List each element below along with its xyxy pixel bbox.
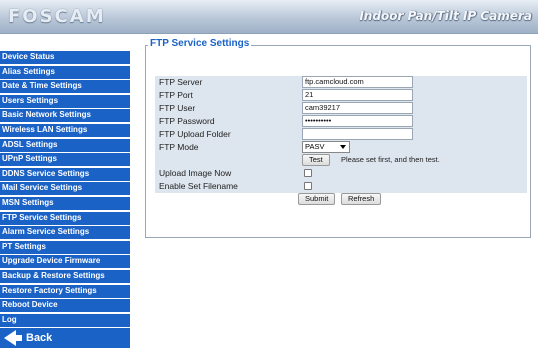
refresh-button[interactable]: Refresh bbox=[341, 193, 382, 205]
enable-set-filename-row: Enable Set Filename bbox=[155, 180, 527, 193]
ftp-mode-value: PASV bbox=[305, 142, 325, 151]
product-title: Indoor Pan/Tilt IP Camera bbox=[359, 9, 532, 23]
ftp-port-label: FTP Port bbox=[159, 90, 193, 100]
ftp-server-label: FTP Server bbox=[159, 77, 203, 87]
dropdown-caret-icon bbox=[340, 145, 346, 149]
ftp-upload-folder-label: FTP Upload Folder bbox=[159, 129, 231, 139]
ftp-settings-form: FTP Server ftp.camcloud.com FTP Port 21 … bbox=[155, 76, 527, 206]
upload-image-now-row: Upload Image Now bbox=[155, 167, 527, 180]
ftp-password-label: FTP Password bbox=[159, 116, 215, 126]
sidebar-item-restore-factory-settings[interactable]: Restore Factory Settings bbox=[0, 284, 130, 299]
sidebar-item-wireless-lan-settings[interactable]: Wireless LAN Settings bbox=[0, 123, 130, 138]
sidebar-item-reboot-device[interactable]: Reboot Device bbox=[0, 299, 130, 314]
header-bar: FOSCAM Indoor Pan/Tilt IP Camera bbox=[0, 0, 538, 34]
upload-image-now-checkbox[interactable] bbox=[304, 169, 312, 177]
ftp-server-row: FTP Server ftp.camcloud.com bbox=[155, 76, 527, 89]
form-actions-row: Submit Refresh bbox=[155, 193, 527, 206]
ftp-mode-select[interactable]: PASV bbox=[302, 141, 350, 153]
back-label: Back bbox=[26, 332, 53, 345]
back-arrow-icon bbox=[4, 330, 22, 347]
back-button[interactable]: Back bbox=[0, 328, 130, 348]
ftp-user-row: FTP User cam39217 bbox=[155, 102, 527, 115]
ftp-mode-label: FTP Mode bbox=[159, 142, 199, 152]
sidebar-item-users-settings[interactable]: Users Settings bbox=[0, 94, 130, 109]
ftp-port-input[interactable]: 21 bbox=[302, 89, 413, 101]
sidebar-item-ddns-service-settings[interactable]: DDNS Service Settings bbox=[0, 167, 130, 182]
sidebar-item-alias-settings[interactable]: Alias Settings bbox=[0, 65, 130, 80]
ftp-port-row: FTP Port 21 bbox=[155, 89, 527, 102]
ftp-password-row: FTP Password •••••••••• bbox=[155, 115, 527, 128]
panel-title: FTP Service Settings bbox=[148, 38, 252, 49]
sidebar-item-device-status[interactable]: Device Status bbox=[0, 51, 130, 65]
test-button[interactable]: Test bbox=[302, 154, 330, 166]
ftp-user-input[interactable]: cam39217 bbox=[302, 102, 413, 114]
brand-logo: FOSCAM bbox=[8, 6, 106, 27]
sidebar-item-date-time-settings[interactable]: Date & Time Settings bbox=[0, 80, 130, 95]
ftp-server-input[interactable]: ftp.camcloud.com bbox=[302, 76, 413, 88]
upload-image-now-label: Upload Image Now bbox=[159, 168, 232, 178]
sidebar-item-ftp-service-settings[interactable]: FTP Service Settings bbox=[0, 211, 130, 226]
ftp-settings-panel: FTP Service Settings FTP Server ftp.camc… bbox=[145, 38, 531, 238]
ftp-mode-row: FTP Mode PASV bbox=[155, 141, 527, 154]
sidebar-item-pt-settings[interactable]: PT Settings bbox=[0, 240, 130, 255]
ftp-user-label: FTP User bbox=[159, 103, 196, 113]
sidebar-nav: Device Status Alias Settings Date & Time… bbox=[0, 51, 130, 348]
sidebar-item-upgrade-device-firmware[interactable]: Upgrade Device Firmware bbox=[0, 255, 130, 270]
ftp-test-row: Test Please set first, and then test. bbox=[155, 154, 527, 167]
sidebar-item-alarm-service-settings[interactable]: Alarm Service Settings bbox=[0, 226, 130, 241]
enable-set-filename-checkbox[interactable] bbox=[304, 182, 312, 190]
sidebar-item-msn-settings[interactable]: MSN Settings bbox=[0, 196, 130, 211]
submit-button[interactable]: Submit bbox=[298, 193, 336, 205]
test-hint: Please set first, and then test. bbox=[341, 155, 440, 164]
sidebar-item-backup-restore-settings[interactable]: Backup & Restore Settings bbox=[0, 269, 130, 284]
enable-set-filename-label: Enable Set Filename bbox=[159, 181, 238, 191]
ftp-password-input[interactable]: •••••••••• bbox=[302, 115, 413, 127]
ftp-upload-folder-row: FTP Upload Folder bbox=[155, 128, 527, 141]
sidebar-item-upnp-settings[interactable]: UPnP Settings bbox=[0, 153, 130, 168]
sidebar-item-adsl-settings[interactable]: ADSL Settings bbox=[0, 138, 130, 153]
sidebar-item-basic-network-settings[interactable]: Basic Network Settings bbox=[0, 109, 130, 124]
sidebar-item-mail-service-settings[interactable]: Mail Service Settings bbox=[0, 182, 130, 197]
ftp-upload-folder-input[interactable] bbox=[302, 128, 413, 140]
sidebar-item-log[interactable]: Log bbox=[0, 313, 130, 328]
